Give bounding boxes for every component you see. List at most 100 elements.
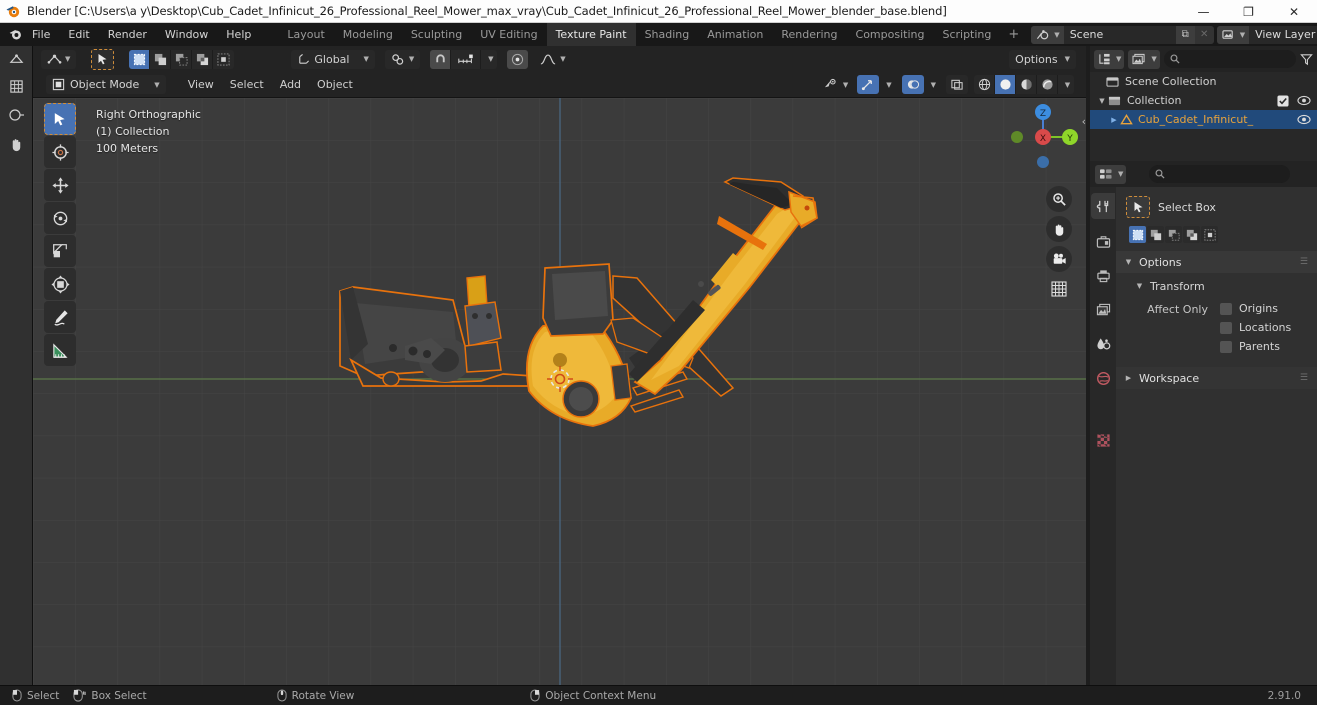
uv-grid-icon[interactable] [0,72,33,100]
tab-compositing[interactable]: Compositing [847,23,934,46]
shading-dropdown[interactable]: ▼ [1058,75,1074,94]
new-scene-button[interactable]: ⧉ [1175,25,1195,44]
tab-modeling[interactable]: Modeling [334,23,402,46]
select-extend-icon[interactable] [1147,226,1164,243]
3d-viewport[interactable]: Right Orthographic (1) Collection 100 Me… [33,98,1086,685]
move-view-icon[interactable] [1046,216,1072,242]
toggle-orthographic-icon[interactable] [1046,276,1072,302]
scale-tool[interactable] [44,235,76,267]
options-panel-header[interactable]: ▼ Options ☰ [1116,251,1317,273]
snap-chevron-down-icon[interactable]: ▼ [481,50,497,69]
interaction-mode-dropdown[interactable]: Object Mode ▼ [46,75,166,94]
object-visibility-eye-icon[interactable] [1297,114,1311,125]
properties-search-input[interactable] [1149,165,1290,183]
collection-disclosure-icon[interactable]: ▼ [1096,97,1108,105]
select-invert-icon[interactable] [192,49,214,69]
menu-window[interactable]: Window [156,25,217,44]
menu-edit[interactable]: Edit [59,25,98,44]
select-box-tool-icon[interactable] [1126,196,1150,218]
outliner-search-input[interactable] [1163,50,1296,68]
wireframe-shading-icon[interactable] [974,75,995,94]
select-new-icon[interactable] [129,49,151,69]
viewport-menu-select[interactable]: Select [222,75,272,94]
camera-view-icon[interactable] [1046,246,1072,272]
viewport-menu-add[interactable]: Add [272,75,309,94]
tab-rendering[interactable]: Rendering [772,23,846,46]
editor-type-selector[interactable]: ▼ [41,49,77,69]
select-invert-icon[interactable] [1183,226,1200,243]
annotate-tool[interactable] [44,301,76,333]
select-new-icon[interactable] [1129,226,1146,243]
properties-tab-texture[interactable] [1091,427,1115,453]
hand-tool-icon[interactable] [0,130,33,158]
properties-tab-world[interactable] [1091,365,1115,391]
outliner-row-scene-collection[interactable]: Scene Collection [1090,72,1317,91]
tab-uv-editing[interactable]: UV Editing [471,23,546,46]
viewport-collapse-arrow-icon[interactable]: ‹ [1082,115,1086,128]
viewport-menu-object[interactable]: Object [309,75,361,94]
object-disclosure-icon[interactable]: ▶ [1108,116,1120,124]
menu-render[interactable]: Render [99,25,156,44]
tab-sculpting[interactable]: Sculpting [402,23,471,46]
outliner-editor-type-icon[interactable]: ▼ [1094,49,1125,69]
rotate-tool[interactable] [44,202,76,234]
xray-toggle[interactable] [946,75,968,94]
overlays-dropdown[interactable]: ▼ [924,75,940,94]
menu-help[interactable]: Help [217,25,260,44]
snap-magnet-icon[interactable] [430,49,452,69]
select-subtract-icon[interactable] [1165,226,1182,243]
minimize-button[interactable]: — [1181,0,1226,23]
editor-type-icon[interactable] [0,46,33,72]
transform-orientation-dropdown[interactable]: Global ▼ [291,49,375,69]
tab-texture-paint[interactable]: Texture Paint [546,23,636,46]
collection-visibility-eye-icon[interactable] [1297,95,1311,106]
image-paint-icon[interactable] [0,100,33,130]
show-gizmo-toggle[interactable] [857,75,880,94]
outliner-filter-icon[interactable] [1300,53,1313,66]
outliner-display-mode-icon[interactable]: ▼ [1128,49,1160,69]
visibility-dropdown[interactable]: ▼ [820,75,851,94]
zoom-view-icon[interactable] [1046,186,1072,212]
navigation-gizmo[interactable]: Z X Y [1006,100,1080,174]
properties-tab-output[interactable] [1091,263,1115,289]
select-extend-icon[interactable] [150,49,172,69]
snap-pivot-dropdown[interactable]: ▼ [384,49,421,69]
cursor-tool[interactable] [44,136,76,168]
workspace-panel-header[interactable]: ▶ Workspace ☰ [1116,367,1317,389]
tab-scripting[interactable]: Scripting [933,23,1000,46]
menu-file[interactable]: File [23,25,59,44]
view-layer-browse-icon[interactable]: ▼ [1216,25,1250,44]
scene-name[interactable]: Scene [1063,25,1176,44]
tab-shading[interactable]: Shading [636,23,699,46]
affect-parents-checkbox[interactable]: Parents [1220,340,1291,353]
rendered-shading-icon[interactable] [1037,75,1058,94]
collection-checkbox[interactable] [1277,94,1289,107]
material-preview-shading-icon[interactable] [1016,75,1037,94]
maximize-button[interactable]: ❐ [1226,0,1271,23]
properties-tab-tool[interactable] [1091,193,1115,219]
properties-tab-scene[interactable] [1091,331,1115,357]
view-layer-name[interactable]: View Layer [1249,25,1317,44]
viewport-menu-view[interactable]: View [180,75,222,94]
blender-app-menu-icon[interactable] [8,27,23,42]
close-button[interactable]: ✕ [1271,0,1317,23]
select-intersect-icon[interactable] [213,50,234,69]
tab-layout[interactable]: Layout [278,23,333,46]
snap-to-increment-icon[interactable] [451,49,482,69]
affect-origins-checkbox[interactable]: Origins [1220,302,1291,315]
properties-editor-type-icon[interactable]: ▼ [1095,164,1127,184]
unlink-scene-button[interactable]: ✕ [1194,25,1214,44]
move-tool[interactable] [44,169,76,201]
proportional-editing-icon[interactable] [507,49,529,69]
select-intersect-icon[interactable] [1201,226,1218,243]
active-tool-indicator[interactable] [91,48,115,70]
select-subtract-icon[interactable] [171,49,193,69]
properties-tab-render[interactable] [1091,229,1115,255]
transform-tool[interactable] [44,268,76,300]
tab-animation[interactable]: Animation [698,23,772,46]
show-overlays-toggle[interactable] [901,75,924,94]
add-workspace-button[interactable]: + [1000,27,1027,42]
tweak-select-box-tool[interactable] [44,103,76,135]
outliner-row-object[interactable]: ▶ Cub_Cadet_Infinicut_ [1090,110,1317,129]
transform-subpanel-header[interactable]: ▼ Transform [1116,276,1317,296]
